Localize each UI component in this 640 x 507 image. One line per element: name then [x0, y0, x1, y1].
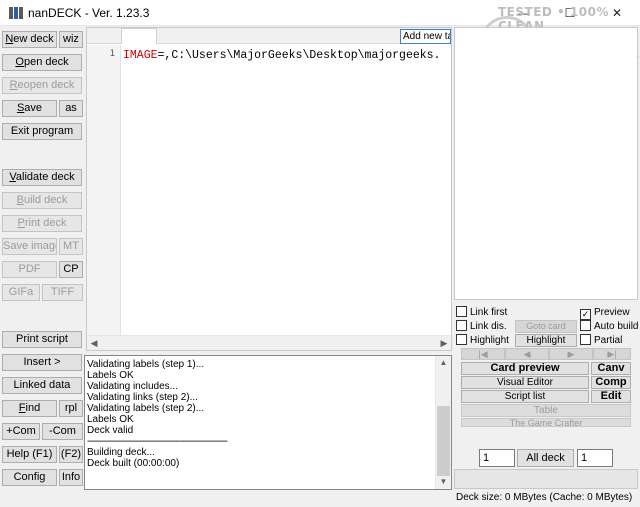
open-deck-button[interactable]: Open deck: [2, 54, 82, 71]
comp-button[interactable]: Comp: [591, 376, 631, 389]
last-card-icon[interactable]: ▶|: [593, 348, 631, 360]
partial-checkbox[interactable]: Partial: [580, 334, 622, 347]
wizard-button[interactable]: wiz: [59, 31, 83, 48]
log-line: Labels OK: [87, 414, 134, 425]
progress-area: [454, 469, 638, 489]
card-preview-button[interactable]: Card preview: [461, 362, 589, 375]
canvas-button[interactable]: Canv: [591, 362, 631, 375]
script-list-button[interactable]: Script list: [461, 390, 589, 403]
first-card-icon[interactable]: |◀: [461, 348, 505, 360]
reopen-deck-button[interactable]: Reopen deck: [2, 77, 82, 94]
code-keyword: IMAGE: [123, 49, 158, 62]
remove-comment-button[interactable]: -Com: [42, 423, 83, 440]
print-script-button[interactable]: Print script: [2, 331, 82, 348]
mt-button[interactable]: MT: [59, 238, 83, 255]
cp-button[interactable]: CP: [59, 261, 83, 278]
config-button[interactable]: Config: [2, 469, 57, 486]
visual-editor-button[interactable]: Visual Editor: [461, 376, 589, 389]
log-line: Validating includes...: [87, 381, 178, 392]
add-comment-button[interactable]: +Com: [2, 423, 40, 440]
checkbox-box[interactable]: [456, 334, 467, 345]
pdf-button[interactable]: PDF: [2, 261, 57, 278]
status-bar: Deck size: 0 MBytes (Cache: 0 MBytes): [456, 492, 633, 503]
line-number: 1: [109, 49, 115, 59]
help-f1-button[interactable]: Help (F1): [2, 446, 57, 463]
scroll-right-icon[interactable]: ▶: [437, 337, 451, 350]
preview-checkbox[interactable]: ✓ Preview: [580, 306, 630, 320]
log-line: Building deck...: [87, 447, 155, 458]
validate-deck-button[interactable]: Validate deck: [2, 169, 82, 186]
highlight-button[interactable]: Highlight: [515, 334, 577, 347]
checkbox-box[interactable]: [580, 320, 591, 331]
exit-program-button[interactable]: Exit program: [2, 123, 82, 140]
scroll-left-icon[interactable]: ◀: [87, 337, 101, 350]
gifa-button[interactable]: GIFa: [2, 284, 40, 301]
line-number-gutter: 1: [87, 45, 121, 335]
log-line: Deck built (00:00:00): [87, 458, 180, 469]
print-deck-button[interactable]: Print deck: [2, 215, 82, 232]
info-button[interactable]: Info: [59, 469, 83, 486]
code-arguments: =,C:\Users\MajorGeeks\Desktop\majorgeeks…: [157, 49, 441, 62]
log-vertical-scrollbar[interactable]: ▲ ▼: [435, 356, 451, 489]
window-title: nanDECK - Ver. 1.23.3: [28, 6, 150, 20]
app-icon: [9, 7, 23, 19]
scrollbar-thumb[interactable]: [437, 406, 450, 476]
save-images-button[interactable]: Save images: [2, 238, 57, 255]
scroll-up-icon[interactable]: ▲: [436, 356, 451, 370]
code-line[interactable]: IMAGE=,C:\Users\MajorGeeks\Desktop\major…: [123, 49, 449, 62]
minimize-button[interactable]: —: [501, 0, 547, 26]
build-deck-button[interactable]: Build deck: [2, 192, 82, 209]
log-line: Labels OK: [87, 370, 134, 381]
help-f2-button[interactable]: (F2): [59, 446, 83, 463]
prev-card-icon[interactable]: ◀: [505, 348, 549, 360]
link-dis-checkbox[interactable]: Link dis.: [456, 320, 507, 333]
log-line: Deck valid: [87, 425, 134, 436]
script-tab[interactable]: [121, 28, 157, 44]
card-preview-pane[interactable]: [454, 27, 638, 300]
close-button[interactable]: ✕: [594, 0, 640, 26]
add-new-tab-button[interactable]: Add new tab: [400, 29, 451, 44]
range-from-field[interactable]: 1: [479, 449, 515, 467]
log-separator: ----------------------------------------…: [87, 436, 228, 447]
save-button[interactable]: Save: [2, 100, 57, 117]
checkbox-label: Partial: [594, 335, 623, 346]
table-button[interactable]: Table: [461, 404, 631, 417]
log-output[interactable]: Validating labels (step 1)... Labels OK …: [84, 355, 452, 490]
checkmark-icon[interactable]: ✓: [580, 309, 591, 320]
new-deck-button[interactable]: New deck: [2, 31, 57, 48]
checkbox-box[interactable]: [580, 334, 591, 345]
range-to-field[interactable]: 1: [577, 449, 613, 467]
tiff-button[interactable]: TIFF: [42, 284, 83, 301]
link-first-checkbox[interactable]: Link first: [456, 306, 507, 319]
find-button[interactable]: Find: [2, 400, 57, 417]
log-line: Validating links (step 2)...: [87, 392, 198, 403]
checkbox-label: Link dis.: [470, 321, 507, 332]
editor-tab-strip: Add new tab: [87, 28, 451, 44]
goto-card-button[interactable]: Goto card: [515, 320, 577, 333]
checkbox-label: Link first: [470, 307, 508, 318]
highlight-checkbox[interactable]: Highlight: [456, 334, 509, 347]
checkbox-label: Highlight: [470, 335, 509, 346]
edit-button[interactable]: Edit: [591, 390, 631, 403]
log-line: Validating labels (step 2)...: [87, 403, 205, 414]
editor-horizontal-scrollbar[interactable]: ◀ ▶: [87, 335, 451, 350]
scroll-down-icon[interactable]: ▼: [436, 475, 451, 489]
checkbox-label: Preview: [594, 307, 630, 318]
all-deck-button[interactable]: All deck: [517, 449, 574, 467]
title-bar: nanDECK - Ver. 1.23.3 — ☐ ✕: [0, 0, 640, 26]
game-crafter-button[interactable]: The Game Crafter: [461, 418, 631, 427]
insert-button[interactable]: Insert >: [2, 354, 82, 371]
checkbox-box[interactable]: [456, 320, 467, 331]
replace-button[interactable]: rpl: [59, 400, 83, 417]
script-editor[interactable]: Add new tab 1 IMAGE=,C:\Users\MajorGeeks…: [86, 27, 452, 351]
save-as-button[interactable]: as: [59, 100, 83, 117]
auto-build-checkbox[interactable]: Auto build: [580, 320, 638, 333]
log-line: Validating labels (step 1)...: [87, 359, 205, 370]
linked-data-button[interactable]: Linked data: [2, 377, 82, 394]
checkbox-label: Auto build: [594, 321, 639, 332]
next-card-icon[interactable]: ▶: [549, 348, 593, 360]
checkbox-box[interactable]: [456, 306, 467, 317]
maximize-button[interactable]: ☐: [547, 0, 593, 26]
